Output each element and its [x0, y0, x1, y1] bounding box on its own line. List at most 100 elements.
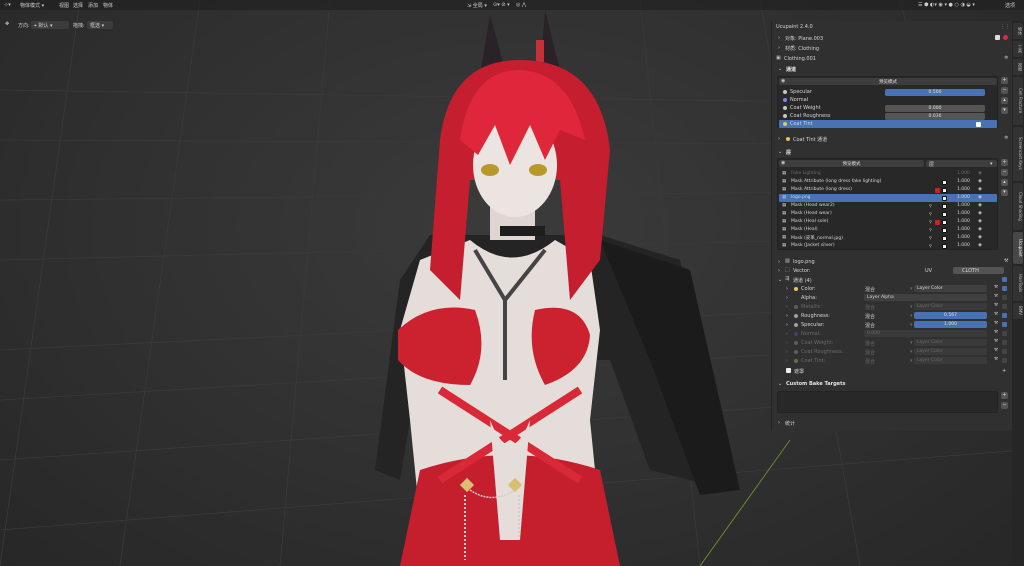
material-icon[interactable] [995, 35, 1000, 40]
eye-icon[interactable]: ◉ [978, 179, 982, 184]
channel-prop-row[interactable]: › Color: 混合 ▾ Layer Color ⚒ [772, 284, 1013, 293]
channel-prop-row[interactable]: › Specular: 混合 ▾ 1.000 ⚒ [772, 320, 1013, 329]
layer-row[interactable]: ▦ logo.png 1.000 ◉ [779, 194, 997, 202]
expand-chevron-icon[interactable]: › [786, 358, 788, 364]
move-up-button[interactable]: ▴ [1001, 179, 1008, 186]
layer-opacity[interactable]: 1.000 [957, 243, 970, 248]
prop-enable-checkbox[interactable] [1002, 304, 1007, 309]
object-row[interactable]: › 对象: Plane.003 [772, 33, 1013, 42]
layer-mask-thumb[interactable] [942, 219, 947, 225]
eye-icon[interactable]: ◉ [781, 78, 785, 84]
remove-layer-button[interactable]: − [1001, 169, 1008, 176]
wrench-icon[interactable]: ⚒ [994, 348, 998, 353]
color-swatch[interactable] [976, 121, 981, 127]
sidebar-tab[interactable]: HairTools [1013, 265, 1023, 301]
channel-row[interactable]: Coat Roughness 0.030 [779, 112, 997, 120]
prop-enable-checkbox[interactable] [1002, 331, 1007, 336]
eye-icon[interactable]: ◉ [978, 195, 982, 200]
drag-dropdown[interactable]: 框选 ▾ [87, 21, 113, 29]
brush-icon[interactable]: ⚲ [929, 235, 932, 240]
sidebar-tab[interactable]: Cloud Shading [1013, 182, 1023, 231]
layer-row[interactable]: ▦ Mask (Heal sole) ⚲ 1.000 ◉ [779, 218, 997, 226]
prop-value-field[interactable]: Layer Color [914, 303, 987, 310]
eye-icon[interactable]: ◉ [978, 227, 982, 232]
collapse-chevron-icon[interactable]: ⌄ [778, 381, 782, 387]
layer-row[interactable]: ▦ Fake Lighting 1.000 ◉ [779, 170, 997, 178]
eye-icon[interactable]: ◉ [978, 219, 982, 224]
menu-view[interactable]: 视图 [59, 2, 69, 9]
eye-icon[interactable]: ◉ [978, 235, 982, 240]
channel-row[interactable]: Specular 0.500 [779, 88, 997, 96]
gear-icon[interactable]: ✲ [1004, 135, 1008, 141]
prop-value-field[interactable]: 0.000 [864, 330, 987, 337]
layer-opacity[interactable]: 1.000 [957, 235, 970, 240]
prop-enable-checkbox[interactable] [1002, 313, 1007, 318]
gear-icon[interactable]: ✲ [1004, 55, 1008, 61]
bake-target-list[interactable] [777, 391, 998, 413]
prop-value-field[interactable]: Layer Alpha [864, 294, 987, 301]
layer-row[interactable]: ▦ Mask (Head wear2) ⚲ 1.000 ◉ [779, 202, 997, 210]
move-down-button[interactable]: ▾ [1001, 189, 1008, 196]
blend-dropdown[interactable]: 混合 [865, 322, 875, 329]
prop-enable-checkbox[interactable] [1002, 349, 1007, 354]
image-row[interactable]: › ▨ logo.png ⚒ [772, 257, 1013, 266]
expand-chevron-icon[interactable]: › [786, 349, 788, 355]
blend-dropdown[interactable]: 混合 [865, 313, 875, 320]
prop-enable-checkbox[interactable] [1002, 340, 1007, 345]
collapse-chevron-icon[interactable]: ⌄ [778, 149, 782, 155]
channel-prop-row[interactable]: › Metallic: 混合 ▾ Layer Color ⚒ [772, 302, 1013, 311]
expand-chevron-icon[interactable]: › [778, 259, 780, 265]
mask-color-swatch[interactable] [935, 187, 940, 193]
prop-enable-checkbox[interactable] [1002, 286, 1007, 291]
channel-preview-mode[interactable]: 预览模式 ◉ [779, 78, 997, 85]
orientation-dropdown[interactable]: ⌖ 默认 ▾ [31, 21, 69, 29]
node-row[interactable]: ▣ Clothing.001 ✲ [772, 54, 1013, 63]
eye-icon[interactable]: ◉ [978, 211, 982, 216]
layer-mask-thumb[interactable] [942, 235, 947, 241]
bake-header[interactable]: ⌄ Custom Bake Targets [772, 379, 1013, 388]
expand-chevron-icon[interactable]: › [786, 286, 788, 292]
add-layer-button[interactable]: + [1001, 159, 1008, 166]
layer-mask-thumb[interactable] [942, 243, 947, 249]
layer-opacity[interactable]: 1.000 [957, 179, 970, 184]
stats-row[interactable]: › 统计 [772, 418, 1013, 427]
sidebar-tab[interactable]: 视图 [1013, 59, 1023, 75]
prop-value-field[interactable]: 0.567 [914, 312, 987, 319]
channel-value-field[interactable]: 0.500 [885, 88, 985, 96]
layer-mask-thumb[interactable] [942, 203, 947, 209]
channels-enable-checkbox[interactable] [1002, 277, 1007, 282]
wrench-icon[interactable]: ⚒ [994, 330, 998, 335]
layer-preview-dropdown[interactable]: 层 ▾ [926, 160, 997, 168]
channel-prop-row[interactable]: › Coat Tint: 混合 ▾ Layer Color ⚒ [772, 356, 1013, 365]
prop-value-field[interactable]: Layer Color [914, 357, 987, 364]
sidebar-tab[interactable]: BMV [1013, 302, 1023, 319]
channel-prop-row[interactable]: › Alpha: Layer Alpha ⚒ [772, 293, 1013, 302]
eye-icon[interactable]: ◉ [978, 187, 982, 192]
wrench-icon[interactable]: ⚒ [994, 285, 998, 290]
channel-value-field[interactable]: 0.000 [885, 104, 985, 112]
wrench-icon[interactable]: ⚒ [1004, 258, 1008, 264]
prop-enable-checkbox[interactable] [1002, 358, 1007, 363]
sidebar-tab[interactable]: 物体 [1013, 23, 1023, 39]
vector-row[interactable]: › ⬚ Vector: UV CLOTH [772, 266, 1013, 275]
panel-drag-icon[interactable]: ⋮⋮ [1000, 24, 1010, 30]
collapse-chevron-icon[interactable]: ⌄ [778, 66, 782, 72]
expand-chevron-icon[interactable]: › [786, 340, 788, 346]
layer-opacity[interactable]: 1.000 [957, 171, 970, 176]
channel-prop-row[interactable]: › Coat Roughness: 混合 ▾ Layer Color ⚒ [772, 347, 1013, 356]
layer-mask-thumb[interactable] [942, 179, 947, 185]
channel-prop-row[interactable]: › Normal: 0.000 ⚒ [772, 329, 1013, 338]
channel-prop-row[interactable]: › Coat Weight: 混合 ▾ Layer Color ⚒ [772, 338, 1013, 347]
wrench-icon[interactable]: ⚒ [994, 303, 998, 308]
sidebar-tab[interactable]: 工具 [1013, 41, 1023, 57]
channel-value-field[interactable]: 0.030 [885, 112, 985, 120]
layer-opacity[interactable]: 1.000 [957, 203, 970, 208]
layer-preview-mode[interactable]: 预览模式 ◉ [779, 160, 924, 167]
eye-icon[interactable]: ◉ [978, 243, 982, 248]
prop-value-field[interactable]: Layer Color [914, 339, 987, 346]
sidebar-tab[interactable]: Screencast Keys [1013, 126, 1023, 181]
add-bake-target-button[interactable]: + [1001, 392, 1008, 399]
layer-row[interactable]: ▦ Mask (皮革_normal.jpg) ⚲ 1.000 ◉ [779, 234, 997, 242]
prop-value-field[interactable]: 1.000 [914, 321, 987, 328]
options-menu[interactable]: 选项 [1005, 2, 1015, 9]
